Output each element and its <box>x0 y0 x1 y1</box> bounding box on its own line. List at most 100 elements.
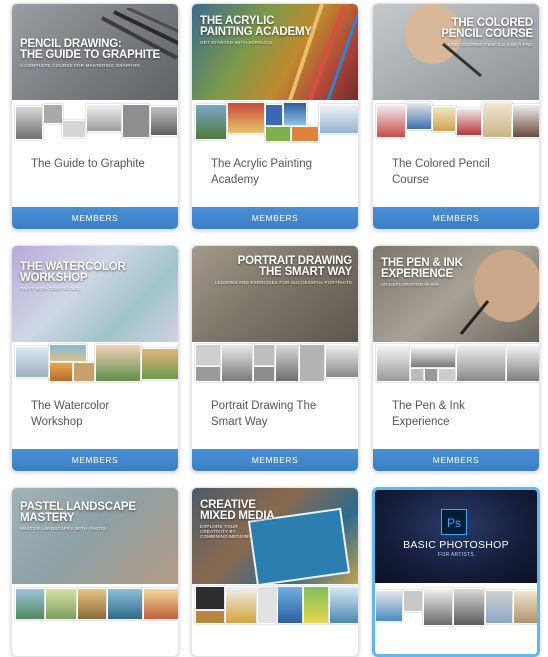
course-thumbnail-image <box>49 362 73 382</box>
course-thumbnail-image <box>49 344 87 362</box>
course-thumbnail-strip <box>12 100 178 144</box>
course-title[interactable]: The Guide to Graphite <box>31 156 168 172</box>
course-thumbnail-strip <box>192 584 358 628</box>
course-grid: PENCIL DRAWING: THE GUIDE TO GRAPHITE A … <box>0 0 548 657</box>
course-thumbnail-image <box>375 590 403 622</box>
course-thumbnail-image <box>195 610 225 624</box>
course-thumbnail-image <box>456 344 506 382</box>
course-thumbnail-image <box>221 344 253 382</box>
hero-subtitle: MASTER LANDSCAPES WITH PASTEL <box>20 526 107 531</box>
hero-subtitle: USE COLORED PENCILS LIKE A PRO <box>447 42 533 47</box>
course-thumbnail-image <box>303 586 329 624</box>
course-thumbnail-image <box>195 366 221 382</box>
course-hero-image: PORTRAIT DRAWING THE SMART WAY LESSONS A… <box>192 246 358 342</box>
course-title[interactable]: The Acrylic Painting Academy <box>211 156 348 188</box>
course-thumbnail-image <box>45 588 77 620</box>
course-thumbnail-image <box>15 106 43 140</box>
course-thumbnail-image <box>283 102 307 126</box>
course-thumbnail-image <box>257 586 277 624</box>
course-thumbnail-image <box>406 102 432 130</box>
course-thumbnail-image <box>513 590 537 624</box>
course-title[interactable]: The Watercolor Workshop <box>31 398 168 430</box>
course-thumbnail-image <box>291 126 319 142</box>
course-thumbnail-image <box>410 368 424 382</box>
course-thumbnail-image <box>150 106 178 136</box>
course-thumbnail-image <box>456 108 482 136</box>
course-thumbnail-strip <box>12 584 178 628</box>
hero-title: THE ACRYLIC PAINTING ACADEMY <box>200 15 312 38</box>
hero-title: PORTRAIT DRAWING THE SMART WAY <box>237 255 353 278</box>
course-thumbnail-image <box>485 590 513 624</box>
course-thumbnail-image <box>512 104 539 138</box>
course-thumbnail-image <box>15 588 45 620</box>
course-thumbnail-strip <box>373 100 539 144</box>
course-card-watercolor[interactable]: THE WATERCOLOR WORKSHOP PAINT WITH CONFI… <box>11 245 179 472</box>
course-thumbnail-image <box>141 348 178 380</box>
hero-title: PENCIL DRAWING: THE GUIDE TO GRAPHITE <box>20 38 160 61</box>
course-thumbnail-image <box>482 102 512 138</box>
course-thumbnail-image <box>506 344 539 382</box>
course-thumbnail-image <box>86 104 122 132</box>
course-thumbnail-strip <box>192 100 358 144</box>
members-button[interactable]: MEMBERS <box>12 449 178 471</box>
course-thumbnail-image <box>432 106 456 132</box>
course-thumbnail-strip <box>375 586 537 630</box>
members-button[interactable]: MEMBERS <box>373 207 539 229</box>
hero-subtitle: PAINT WITH CONFIDENCE <box>20 286 81 291</box>
members-button[interactable]: MEMBERS <box>12 207 178 229</box>
hero-subtitle: A COMPLETE COURSE FOR MASTERING GRAPHITE <box>20 63 141 68</box>
course-thumbnail-image <box>410 344 456 368</box>
course-hero-image: THE PEN & INK EXPERIENCE AN EXPLORATION … <box>373 246 539 342</box>
photoshop-logo-icon: Ps <box>441 509 467 535</box>
course-thumbnail-image <box>423 588 453 626</box>
hero-title: THE PEN & INK EXPERIENCE <box>381 257 463 280</box>
course-card-graphite[interactable]: PENCIL DRAWING: THE GUIDE TO GRAPHITE A … <box>11 3 179 230</box>
hero-subtitle: FOR ARTISTS <box>438 552 474 558</box>
course-card-acrylic[interactable]: THE ACRYLIC PAINTING ACADEMY GET STARTED… <box>191 3 359 230</box>
course-thumbnail-image <box>227 102 265 134</box>
course-card-photoshop[interactable]: Ps BASIC PHOTOSHOP FOR ARTISTS <box>372 487 540 657</box>
course-hero-image: PASTEL LANDSCAPE MASTERY MASTER LANDSCAP… <box>12 488 178 584</box>
course-card-colored-pencil[interactable]: THE COLORED PENCIL COURSE USE COLORED PE… <box>372 3 540 230</box>
course-thumbnail-image <box>403 590 423 612</box>
course-thumbnail-image <box>43 104 63 124</box>
members-button[interactable]: MEMBERS <box>192 449 358 471</box>
course-thumbnail-image <box>225 586 257 624</box>
course-thumbnail-image <box>195 586 225 610</box>
course-thumbnail-image <box>424 368 438 382</box>
course-title[interactable]: The Colored Pencil Course <box>392 156 529 188</box>
course-thumbnail-image <box>62 120 86 138</box>
course-thumbnail-strip <box>373 342 539 386</box>
hero-title: CREATIVE MIXED MEDIA <box>200 499 275 522</box>
course-thumbnail-image <box>265 126 291 142</box>
course-thumbnail-image <box>253 366 275 382</box>
course-hero-image: THE COLORED PENCIL COURSE USE COLORED PE… <box>373 4 539 100</box>
course-thumbnail-strip <box>192 342 358 386</box>
members-button[interactable]: MEMBERS <box>192 207 358 229</box>
course-thumbnail-image <box>275 344 299 382</box>
course-title[interactable]: Portrait Drawing The Smart Way <box>211 398 348 430</box>
hero-subtitle: LESSONS AND EXERCISES FOR SUCCESSFUL POR… <box>215 280 352 285</box>
course-thumbnail-image <box>143 588 178 620</box>
course-card-pastel[interactable]: PASTEL LANDSCAPE MASTERY MASTER LANDSCAP… <box>11 487 179 657</box>
course-card-pen-ink[interactable]: THE PEN & INK EXPERIENCE AN EXPLORATION … <box>372 245 540 472</box>
course-thumbnail-image <box>195 344 221 366</box>
members-button[interactable]: MEMBERS <box>373 449 539 471</box>
course-title[interactable]: The Pen & Ink Experience <box>392 398 529 430</box>
course-thumbnail-image <box>73 362 95 382</box>
course-hero-image: CREATIVE MIXED MEDIA EXPLORE YOUR CREATI… <box>192 488 358 584</box>
course-hero-image: THE WATERCOLOR WORKSHOP PAINT WITH CONFI… <box>12 246 178 342</box>
course-hero-image: THE ACRYLIC PAINTING ACADEMY GET STARTED… <box>192 4 358 100</box>
course-thumbnail-image <box>319 104 358 134</box>
course-thumbnail-image <box>277 586 303 624</box>
course-card-portrait[interactable]: PORTRAIT DRAWING THE SMART WAY LESSONS A… <box>191 245 359 472</box>
hero-title: THE COLORED PENCIL COURSE <box>441 17 533 40</box>
course-card-mixed-media[interactable]: CREATIVE MIXED MEDIA EXPLORE YOUR CREATI… <box>191 487 359 657</box>
course-thumbnail-image <box>325 344 358 378</box>
course-thumbnail-image <box>122 104 150 138</box>
course-thumbnail-image <box>15 346 49 378</box>
course-thumbnail-image <box>376 344 410 382</box>
course-hero-image: Ps BASIC PHOTOSHOP FOR ARTISTS <box>375 490 537 583</box>
course-thumbnail-image <box>453 588 485 626</box>
course-thumbnail-strip <box>12 342 178 386</box>
